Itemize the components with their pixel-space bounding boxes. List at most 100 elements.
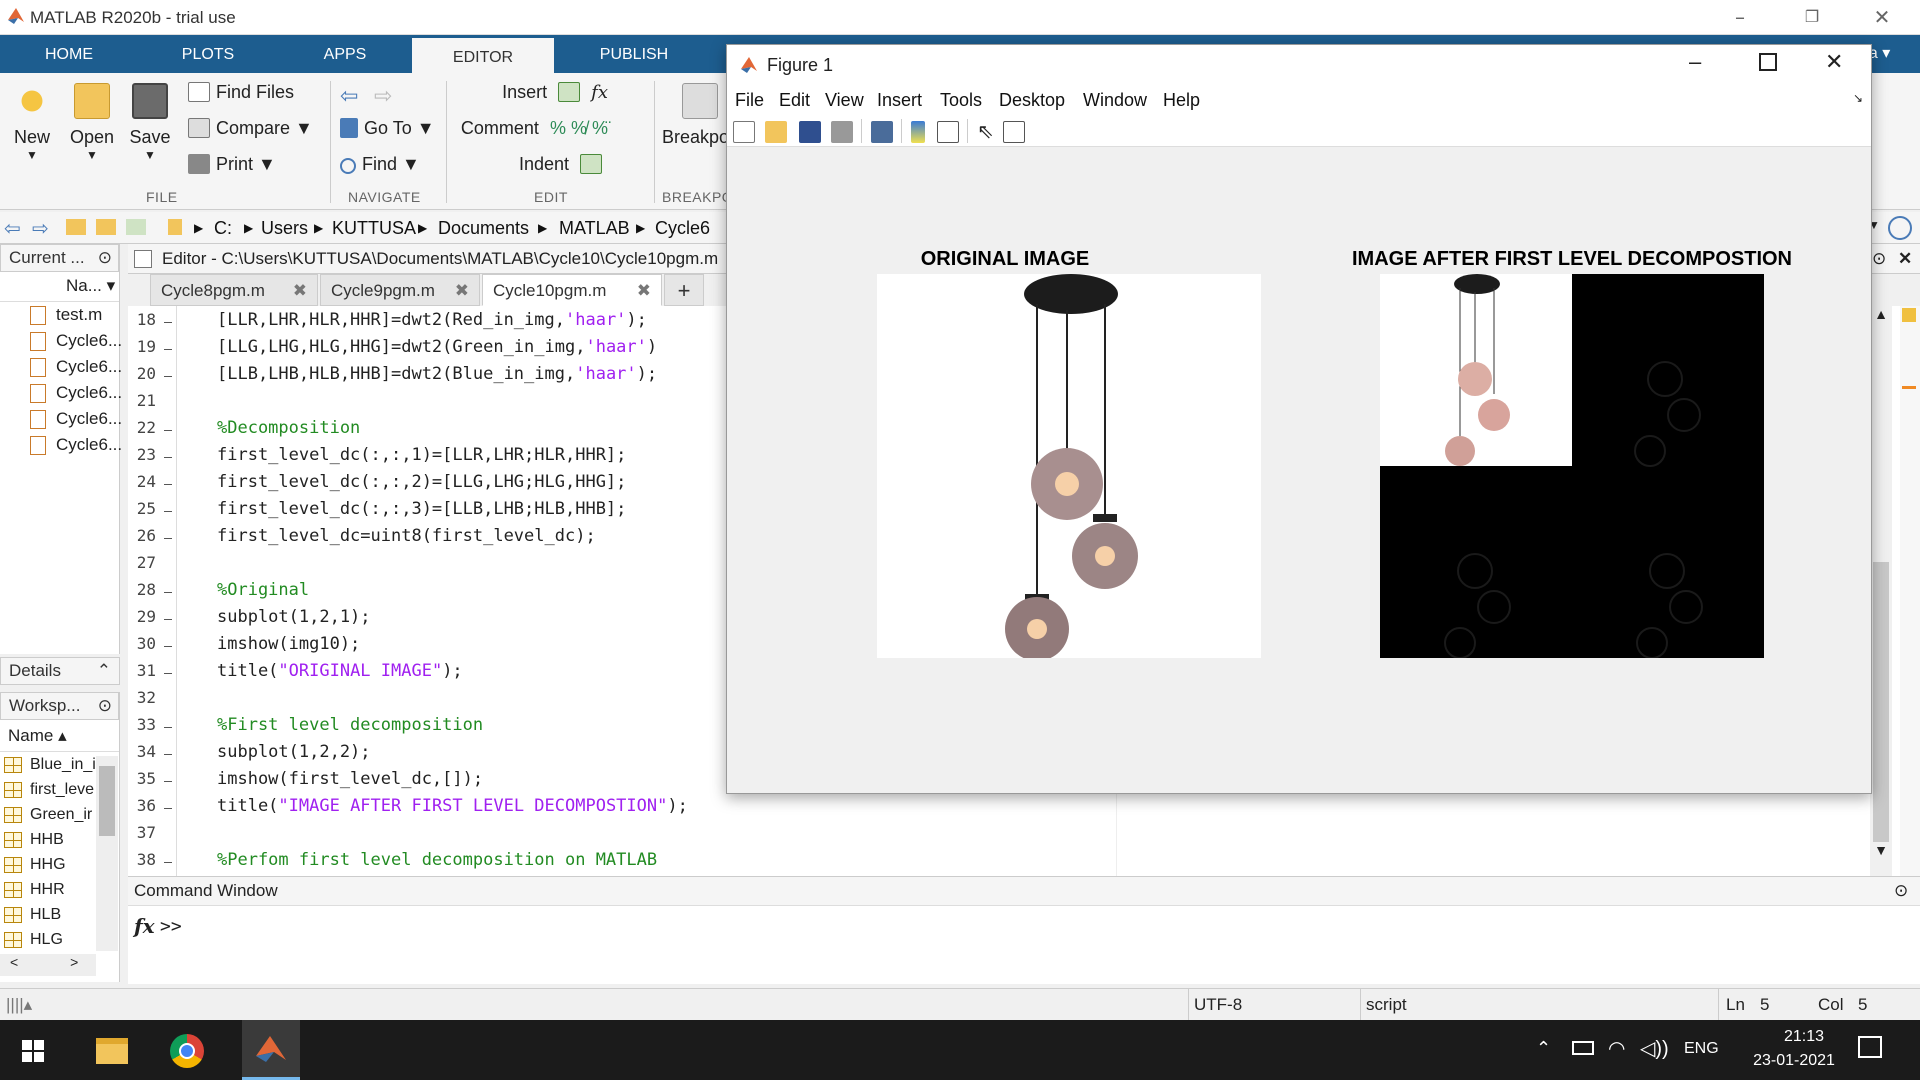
go-to-button[interactable]: Go To ▼ bbox=[340, 113, 435, 143]
code-line[interactable]: imshow(img10); bbox=[217, 634, 360, 654]
list-item[interactable]: first_leve bbox=[0, 777, 96, 802]
breakpoint-marker[interactable] bbox=[164, 646, 172, 647]
list-item[interactable]: test.m bbox=[0, 302, 119, 328]
breakpoint-marker[interactable] bbox=[164, 430, 172, 431]
breakpoint-marker[interactable] bbox=[164, 538, 172, 539]
find-button[interactable]: Find ▼ bbox=[340, 149, 420, 179]
code-line[interactable]: first_level_dc(:,:,1)=[LLR,LHR;HLR,HHR]; bbox=[217, 445, 626, 465]
clock-time[interactable]: 21:13 bbox=[1764, 1028, 1844, 1046]
windows-start-icon[interactable] bbox=[22, 1040, 44, 1062]
name-column-header[interactable]: Na... ▾ bbox=[0, 272, 119, 302]
list-item[interactable]: Blue_in_i bbox=[0, 752, 96, 777]
clock-date[interactable]: 23-01-2021 bbox=[1734, 1052, 1854, 1070]
save-button[interactable]: Save ▼ bbox=[120, 83, 180, 162]
menu-window[interactable]: Window bbox=[1083, 90, 1147, 111]
minimize-icon[interactable]: – bbox=[1689, 49, 1701, 75]
dock-arrow-icon[interactable]: ↘ bbox=[1853, 91, 1863, 105]
list-item[interactable]: Cycle6... bbox=[0, 406, 122, 432]
code-line[interactable]: title("ORIGINAL IMAGE"); bbox=[217, 661, 463, 681]
crumb[interactable]: Documents bbox=[438, 218, 529, 239]
crumb[interactable]: MATLAB bbox=[559, 218, 630, 239]
list-item[interactable]: Cycle6... bbox=[0, 354, 122, 380]
maximize-icon[interactable] bbox=[1759, 53, 1777, 71]
breakpoint-marker[interactable] bbox=[164, 484, 172, 485]
command-window-options-icon[interactable]: ⊙ bbox=[1894, 877, 1908, 905]
save-figure-icon[interactable] bbox=[799, 121, 821, 143]
list-item[interactable]: Cycle6... bbox=[0, 328, 122, 354]
encoding-status[interactable]: UTF-8 bbox=[1194, 995, 1242, 1015]
list-item[interactable]: HHG bbox=[0, 852, 96, 877]
new-tab-button[interactable]: + bbox=[664, 274, 704, 306]
name-column-header[interactable]: Name ▴ bbox=[0, 720, 119, 752]
new-button[interactable]: New ▼ bbox=[2, 83, 62, 162]
menu-view[interactable]: View bbox=[825, 90, 864, 111]
code-line[interactable]: [LLB,LHB,HLB,HHB]=dwt2(Blue_in_img,'haar… bbox=[217, 364, 657, 384]
editor-vertical-scrollbar[interactable]: ▲ ▼ bbox=[1870, 306, 1892, 876]
open-file-icon[interactable] bbox=[765, 121, 787, 143]
wifi-icon[interactable]: ◠ bbox=[1608, 1036, 1625, 1061]
code-line[interactable]: [LLR,LHR,HLR,HHR]=dwt2(Red_in_img,'haar'… bbox=[217, 310, 647, 330]
editor-tab[interactable]: Cycle8pgm.m ✖ bbox=[150, 274, 318, 306]
print-button[interactable]: Print ▼ bbox=[188, 149, 276, 179]
volume-icon[interactable]: ◁)) bbox=[1640, 1036, 1669, 1061]
restore-icon[interactable]: ❐ bbox=[1792, 4, 1832, 30]
code-line[interactable]: %First level decomposition bbox=[217, 715, 483, 735]
new-figure-icon[interactable] bbox=[733, 121, 755, 143]
chrome-icon[interactable] bbox=[170, 1034, 204, 1068]
insert-button[interactable]: Insert fx bbox=[458, 77, 608, 107]
breakpoint-marker[interactable] bbox=[164, 592, 172, 593]
minimize-icon[interactable]: – bbox=[1720, 4, 1760, 30]
breakpoint-marker[interactable] bbox=[164, 862, 172, 863]
menu-tools[interactable]: Tools bbox=[940, 90, 982, 111]
crumb[interactable]: Cycle6 bbox=[655, 218, 710, 239]
breakpoint-marker[interactable] bbox=[164, 754, 172, 755]
tab-publish[interactable]: PUBLISH bbox=[554, 35, 714, 73]
list-item[interactable]: Green_ir bbox=[0, 802, 96, 827]
current-folder-header[interactable]: Current ... ⊙ bbox=[0, 244, 119, 272]
breakpoint-marker[interactable] bbox=[164, 376, 172, 377]
breakpoint-marker[interactable] bbox=[164, 457, 172, 458]
code-line[interactable]: subplot(1,2,2); bbox=[217, 742, 371, 762]
list-item[interactable]: HLG bbox=[0, 927, 96, 952]
tab-plots[interactable]: PLOTS bbox=[138, 35, 278, 73]
breakpoint-marker[interactable] bbox=[164, 673, 172, 674]
link-plot-icon[interactable] bbox=[871, 121, 893, 143]
find-files-button[interactable]: Find Files bbox=[188, 77, 294, 107]
details-header[interactable]: Details ⌃ bbox=[0, 657, 120, 685]
workspace-header[interactable]: Worksp... ⊙ bbox=[0, 692, 119, 720]
language-indicator[interactable]: ENG bbox=[1684, 1040, 1719, 1058]
menu-help[interactable]: Help bbox=[1163, 90, 1200, 111]
crumb[interactable]: KUTTUSA bbox=[332, 218, 416, 239]
search-icon[interactable] bbox=[1888, 216, 1912, 240]
workspace-vertical-scrollbar[interactable] bbox=[96, 756, 118, 951]
breakpoint-marker[interactable] bbox=[164, 349, 172, 350]
notifications-icon[interactable] bbox=[1858, 1036, 1882, 1058]
matlab-taskbar-item[interactable] bbox=[242, 1020, 300, 1080]
tab-home[interactable]: HOME bbox=[0, 35, 138, 73]
list-item[interactable]: HHB bbox=[0, 827, 96, 852]
open-button[interactable]: Open ▼ bbox=[62, 83, 122, 162]
editor-close-icon[interactable]: ✕ bbox=[1898, 244, 1912, 274]
breakpoints-button[interactable]: Breakpo bbox=[662, 83, 732, 148]
crumb[interactable]: C: bbox=[214, 218, 232, 239]
code-line[interactable]: first_level_dc(:,:,3)=[LLB,LHB;HLB,HHB]; bbox=[217, 499, 626, 519]
compare-button[interactable]: Compare ▼ bbox=[188, 113, 313, 143]
forward-icon[interactable]: ⇨ bbox=[32, 216, 49, 241]
tray-overflow-icon[interactable]: ⌃ bbox=[1536, 1038, 1551, 1059]
code-line[interactable]: %Perfom first level decomposition on MAT… bbox=[217, 850, 657, 870]
back-icon[interactable]: ⇦ bbox=[4, 216, 21, 241]
tab-apps[interactable]: APPS bbox=[278, 35, 412, 73]
code-line[interactable]: %Decomposition bbox=[217, 418, 360, 438]
workspace-horizontal-scrollbar[interactable]: < > bbox=[0, 954, 96, 976]
list-item[interactable]: Cycle6... bbox=[0, 432, 122, 458]
colorbar-icon[interactable] bbox=[911, 121, 925, 143]
code-line[interactable]: %Original bbox=[217, 580, 309, 600]
editor-options-icon[interactable]: ⊙ bbox=[1872, 244, 1886, 274]
breakpoint-marker[interactable] bbox=[164, 727, 172, 728]
breakpoint-marker[interactable] bbox=[164, 619, 172, 620]
print-figure-icon[interactable] bbox=[831, 121, 853, 143]
list-item[interactable]: Cycle6... bbox=[0, 380, 122, 406]
comment-button[interactable]: Comment % %̸ %̈ bbox=[458, 113, 608, 143]
indent-button[interactable]: Indent bbox=[458, 149, 608, 179]
forward-arrow-icon[interactable]: ⇨ bbox=[374, 83, 392, 109]
